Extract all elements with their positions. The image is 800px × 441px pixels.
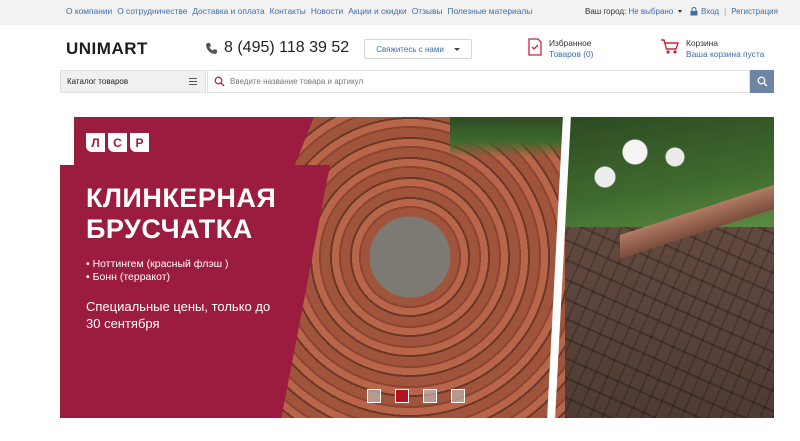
chevron-down-icon (677, 10, 682, 14)
login-link[interactable]: Вход (701, 7, 719, 16)
contact-us-label: Свяжитесь с нами (376, 44, 444, 54)
site-logo[interactable]: UNIMART (66, 39, 148, 59)
nav-link-materials[interactable]: Полезные материалы (447, 6, 532, 16)
cart-status[interactable]: Ваша корзина пуста (686, 49, 764, 60)
favorites-document-icon (528, 38, 542, 56)
nav-link-reviews[interactable]: Отзывы (412, 6, 443, 16)
favorites-title: Избранное (549, 38, 592, 48)
search-icon (757, 76, 767, 87)
cart-widget[interactable]: Корзина Ваша корзина пуста (660, 38, 764, 60)
search-bar (207, 70, 750, 93)
separator: | (724, 7, 727, 16)
banner-offer: Специальные цены, только до 30 сентября (86, 299, 271, 331)
slider-dot-3[interactable] (423, 389, 437, 403)
cart-title: Корзина (686, 38, 718, 48)
phone-icon (206, 42, 217, 54)
city-label: Ваш город: (585, 7, 627, 16)
slider-pagination (367, 389, 465, 403)
menu-icon (189, 78, 197, 85)
grass-photo (450, 117, 570, 157)
slider-dot-4[interactable] (451, 389, 465, 403)
promo-banner[interactable]: Л С Р КЛИНКЕРНАЯ БРУСЧАТКА • Ноттингем (… (60, 117, 774, 418)
nav-link-about[interactable]: О компании (66, 6, 112, 16)
top-bar: О компании О сотрудничестве Доставка и о… (0, 0, 800, 25)
search-button[interactable] (750, 70, 774, 93)
phone-text: 8 (495) 118 39 52 (224, 39, 350, 56)
banner-product-list: • Ноттингем (красный флэш ) • Бонн (терр… (86, 258, 229, 284)
lsr-logo: Л С Р (86, 133, 149, 152)
nav-link-promotions[interactable]: Акции и скидки (348, 6, 407, 16)
nav-link-contacts[interactable]: Контакты (270, 6, 306, 16)
banner-product-item: • Бонн (терракот) (86, 271, 171, 283)
cart-icon (661, 39, 679, 54)
favorites-count[interactable]: Товаров (0) (549, 49, 593, 60)
lock-icon (690, 7, 698, 16)
contact-us-button[interactable]: Свяжитесь с нами (364, 39, 472, 59)
nav-link-delivery[interactable]: Доставка и оплата (192, 6, 264, 16)
chevron-down-icon (453, 47, 460, 51)
catalog-button[interactable]: Каталог товаров (60, 70, 206, 93)
nav-link-news[interactable]: Новости (311, 6, 343, 16)
favorites-widget[interactable]: Избранное Товаров (0) (527, 38, 593, 60)
nav-link-cooperation[interactable]: О сотрудничестве (117, 6, 187, 16)
city-selector[interactable]: Ваш город: Не выбрано (585, 7, 682, 16)
city-value[interactable]: Не выбрано (628, 7, 673, 16)
banner-corner (60, 117, 74, 165)
search-input[interactable] (230, 77, 749, 86)
register-link[interactable]: Регистрация (731, 7, 778, 16)
banner-product-item: • Ноттингем (красный флэш ) (86, 258, 229, 270)
search-icon (214, 76, 225, 87)
slider-dot-1[interactable] (367, 389, 381, 403)
banner-title: КЛИНКЕРНАЯ БРУСЧАТКА (86, 183, 277, 244)
auth-links: Вход | Регистрация (690, 7, 778, 16)
phone-number[interactable]: 8 (495) 118 39 52 (205, 39, 349, 57)
catalog-label: Каталог товаров (67, 77, 129, 86)
slider-dot-2[interactable] (395, 389, 409, 403)
top-nav: О компании О сотрудничестве Доставка и о… (66, 6, 532, 16)
